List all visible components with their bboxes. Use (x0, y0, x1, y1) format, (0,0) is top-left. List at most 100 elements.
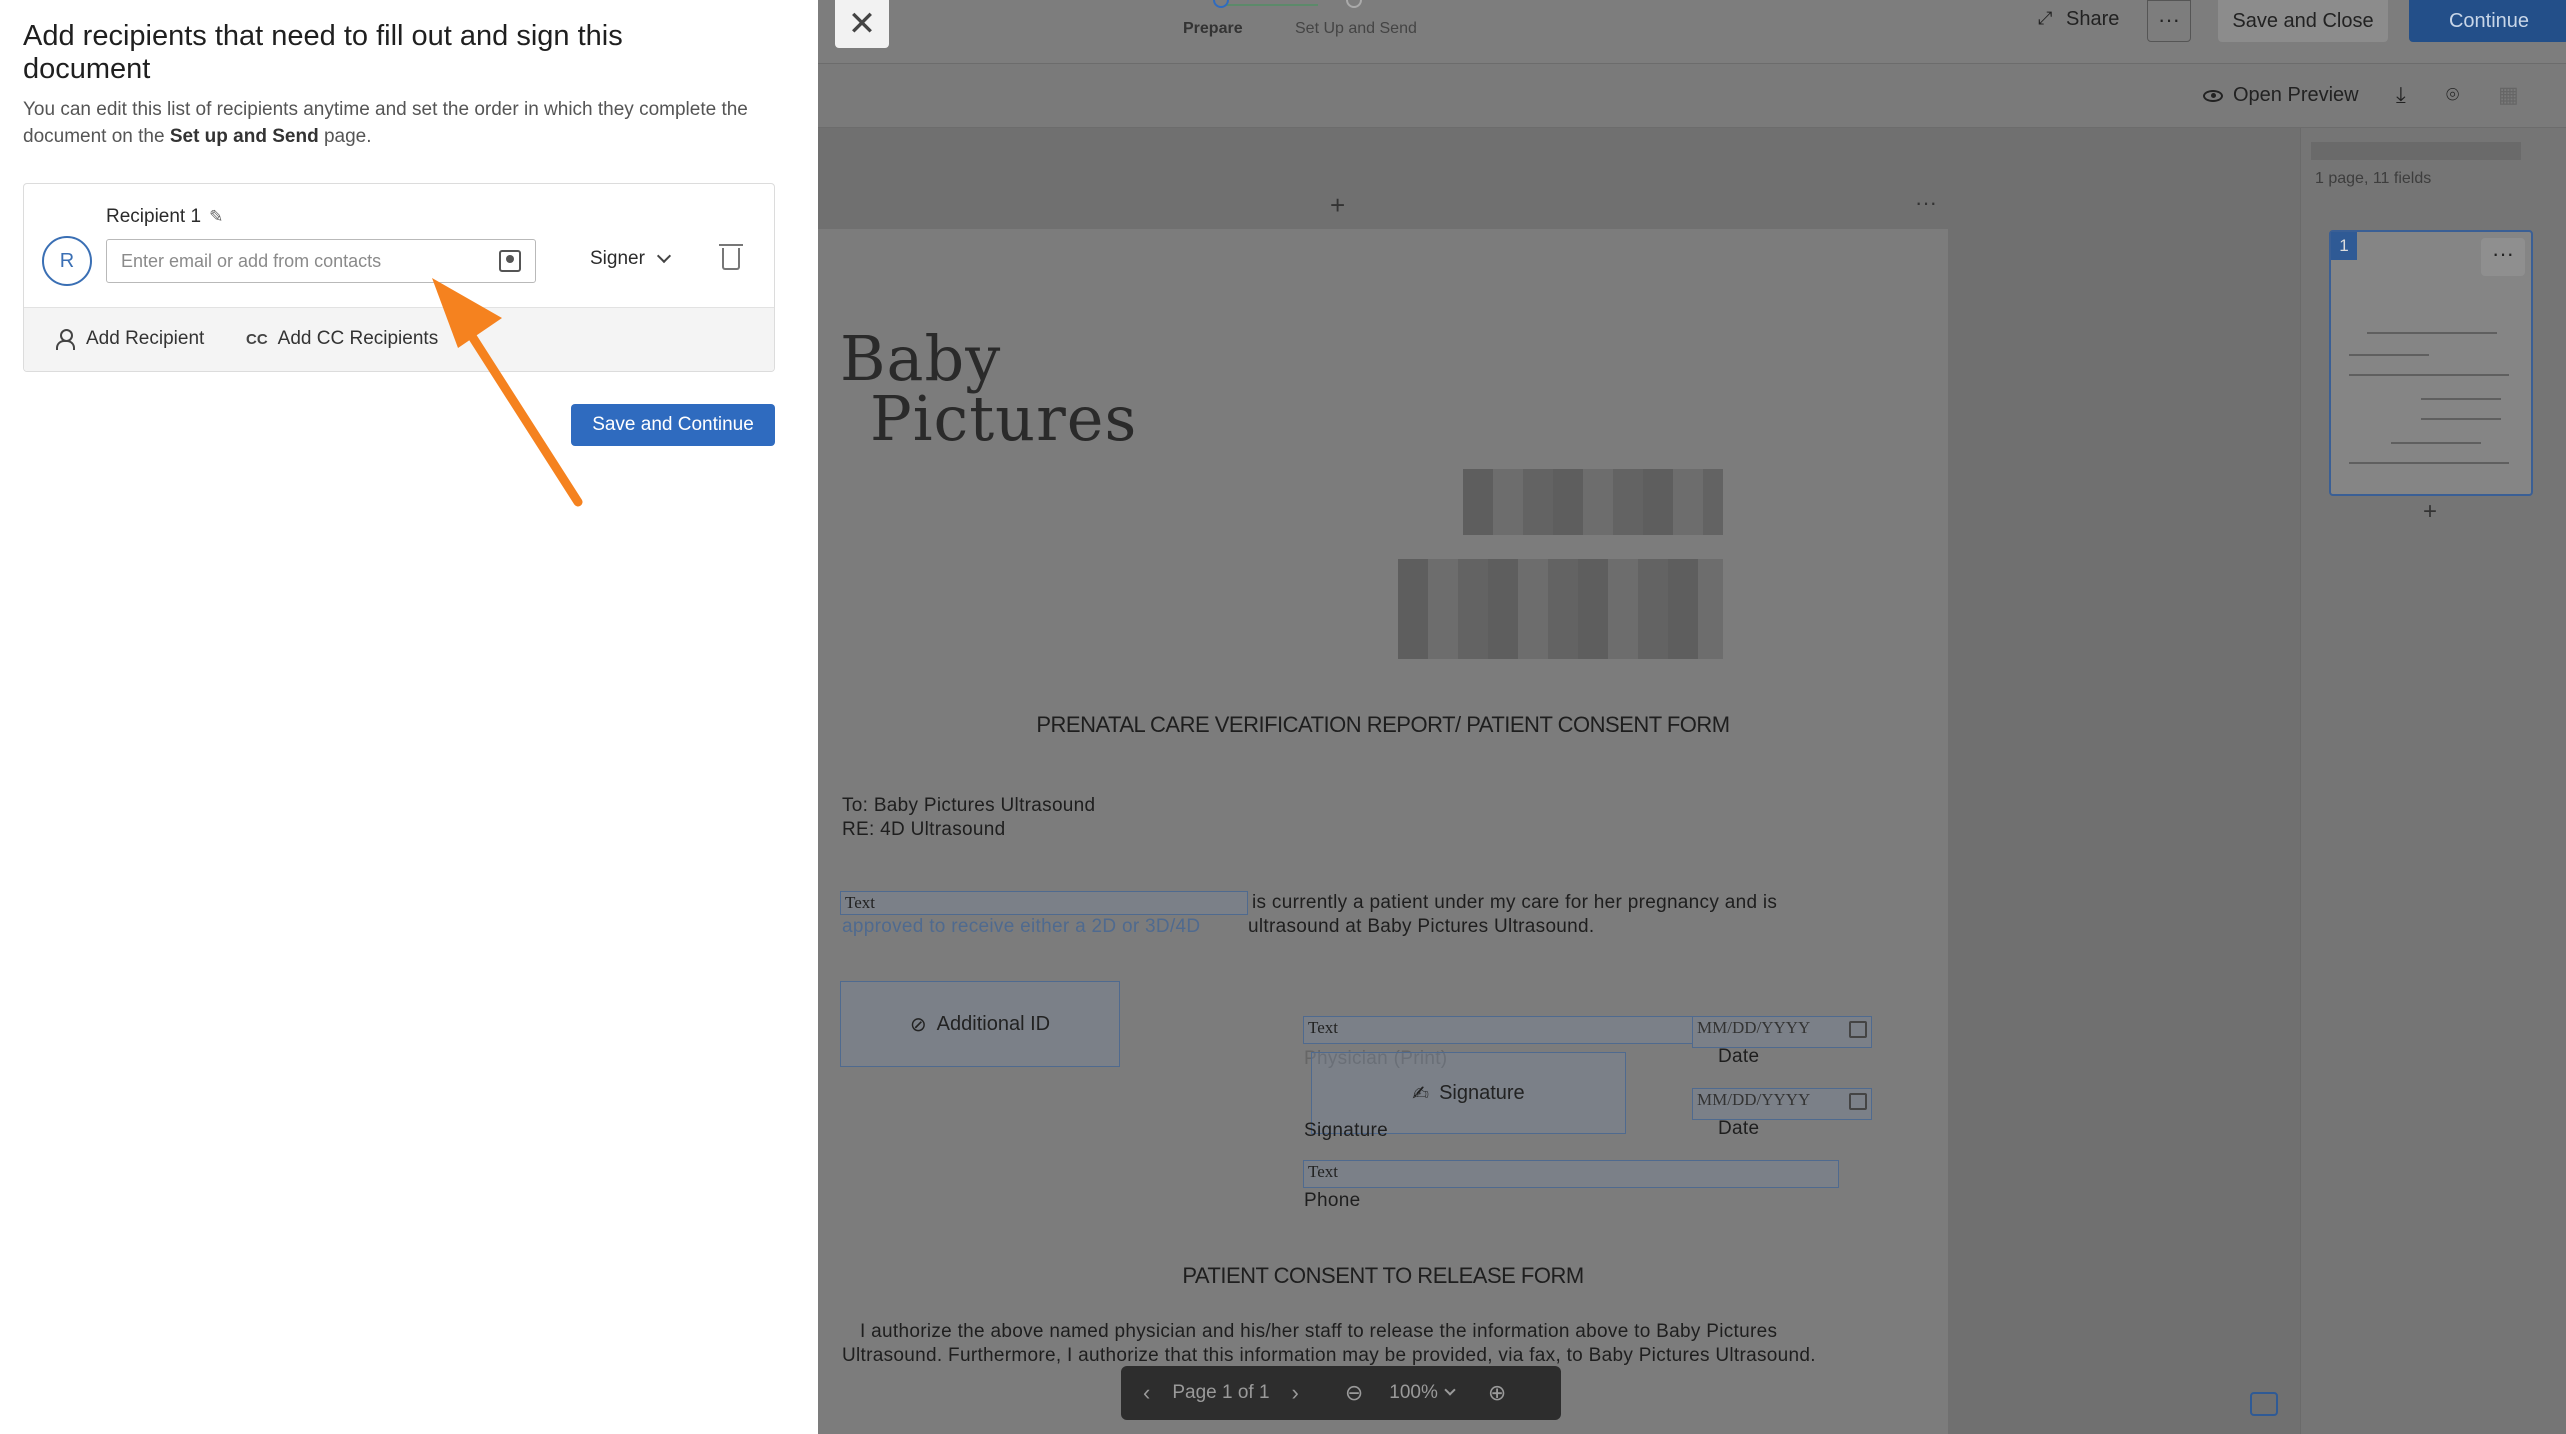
thumbnail-line (2421, 418, 2501, 420)
thumbnail-line (2349, 462, 2509, 464)
date-caption: Date (1718, 1046, 1760, 1067)
add-cc-label: Add CC Recipients (277, 328, 439, 349)
step-setup-send[interactable]: Set Up and Send (1295, 20, 1417, 38)
signature-caption: Signature (1304, 1120, 1389, 1141)
date-caption: Date (1718, 1118, 1760, 1139)
date-placeholder: MM/DD/YYYY (1697, 1090, 1811, 1109)
calendar-icon (1849, 1021, 1867, 1038)
location-pin-icon[interactable]: ⌾ (2446, 82, 2459, 108)
trash-icon[interactable] (719, 244, 743, 270)
thumbnail-line (2349, 374, 2509, 376)
avatar: R (42, 236, 92, 286)
next-page-icon[interactable]: › (1292, 1380, 1299, 1406)
annotation-arrow-icon (432, 278, 583, 507)
logo-line1: Baby (840, 322, 1002, 395)
add-cc-recipients-button[interactable]: CC Add CC Recipients (246, 328, 438, 350)
text-field[interactable]: Text (840, 891, 1248, 915)
chevron-down-icon[interactable] (1444, 1384, 1456, 1396)
add-recipient-button[interactable]: Add Recipient (56, 328, 204, 350)
document-logo: Baby Pictures (840, 322, 1138, 455)
phone-text-field[interactable]: Text (1303, 1160, 1839, 1188)
panel-title: Add recipients that need to fill out and… (23, 20, 623, 85)
step-prepare[interactable]: Prepare (1183, 20, 1243, 38)
document-canvas: + ··· Baby Pictures PRENATAL CARE VERIFI… (818, 128, 2300, 1434)
paperclip-icon: ⊘ (909, 1013, 927, 1036)
thumbnail-line (2349, 354, 2429, 356)
add-person-icon (56, 329, 76, 350)
tool-bar: Open Preview ⤓ ⌾ ▦ (818, 64, 2566, 128)
signature-pen-icon: ✍ (1412, 1082, 1430, 1105)
chat-icon[interactable] (2250, 1392, 2278, 1416)
step-prepare-dot-icon (1213, 0, 1229, 8)
thumbnail-page-number: 1 (2331, 232, 2357, 260)
to-line: To: Baby Pictures Ultrasound (842, 795, 1096, 816)
layout-icon[interactable]: ▦ (2498, 82, 2519, 108)
date-placeholder: MM/DD/YYYY (1697, 1018, 1811, 1037)
role-value: Signer (590, 248, 645, 269)
zoom-out-icon[interactable]: ⊖ (1345, 1380, 1363, 1406)
thumbnail-more-icon[interactable]: ··· (2481, 238, 2525, 276)
recipient-name[interactable]: Recipient 1 ✎ (106, 206, 223, 228)
prev-page-icon[interactable]: ‹ (1143, 1380, 1150, 1406)
paragraph-line: ultrasound at Baby Pictures Ultrasound. (1248, 916, 1595, 937)
date-field[interactable]: MM/DD/YYYY (1692, 1088, 1872, 1120)
zoom-level[interactable]: 100% (1389, 1382, 1438, 1404)
additional-id-field[interactable]: ⊘ Additional ID (840, 981, 1120, 1067)
thumbnail-panel: 1 page, 11 fields 1 ··· + (2300, 128, 2566, 1434)
recipient-card-footer: Add Recipient CC Add CC Recipients (24, 307, 774, 371)
redacted-block (1398, 559, 1723, 659)
top-bar: ✕ Prepare Set Up and Send Share ··· Save… (818, 0, 2566, 64)
thumbnail-line (2421, 398, 2501, 400)
page-options-icon[interactable]: ··· (1915, 190, 1937, 216)
recipients-panel: Add recipients that need to fill out and… (0, 0, 818, 1434)
open-preview-label: Open Preview (2233, 84, 2359, 106)
document-heading: PRENATAL CARE VERIFICATION REPORT/ PATIE… (1036, 712, 1730, 737)
role-dropdown[interactable]: Signer (590, 248, 671, 270)
logo-line2: Pictures (870, 382, 1138, 455)
description-end: page. (318, 126, 372, 147)
add-page-top-icon[interactable]: + (1330, 190, 1345, 221)
continue-button[interactable]: Continue (2409, 0, 2566, 42)
page-field-count: 1 page, 11 fields (2315, 170, 2432, 187)
add-page-icon[interactable]: + (2423, 498, 2437, 526)
signature-label: Signature (1439, 1081, 1525, 1104)
redacted-block (1463, 469, 1723, 535)
physician-text-field[interactable]: Text (1303, 1016, 1693, 1044)
contacts-book-icon[interactable] (499, 250, 521, 272)
close-button[interactable]: ✕ (835, 0, 889, 48)
description-bold: Set up and Send (169, 126, 319, 147)
eye-icon (2203, 89, 2223, 102)
share-label: Share (2066, 8, 2120, 30)
share-icon (2038, 8, 2056, 29)
add-recipient-label: Add Recipient (86, 328, 205, 349)
download-icon[interactable]: ⤓ (2396, 82, 2406, 108)
consent-paragraph: I authorize the above named physician an… (842, 1321, 1816, 1366)
zoom-in-icon[interactable]: ⊕ (1488, 1380, 1506, 1406)
cc-icon: CC (246, 330, 268, 348)
open-preview-button[interactable]: Open Preview (2203, 84, 2359, 107)
more-options-button[interactable]: ··· (2147, 0, 2191, 42)
description-text: You can edit this list of recipients any… (23, 99, 748, 147)
thumbnail-line (2367, 332, 2497, 334)
additional-id-label: Additional ID (936, 1012, 1051, 1035)
chevron-down-icon (656, 248, 671, 264)
re-line: RE: 4D Ultrasound (842, 819, 1006, 840)
date-field[interactable]: MM/DD/YYYY (1692, 1016, 1872, 1048)
document-name-redacted (2311, 142, 2521, 160)
phone-caption: Phone (1304, 1190, 1361, 1211)
save-and-close-button[interactable]: Save and Close (2218, 0, 2388, 42)
share-button[interactable]: Share (2038, 8, 2119, 31)
paragraph-line: is currently a patient under my care for… (1252, 892, 1778, 913)
save-and-continue-button[interactable]: Save and Continue (571, 404, 775, 446)
page-navigator: ‹ Page 1 of 1 › ⊖ 100% ⊕ (1121, 1366, 1561, 1420)
page-thumbnail[interactable]: 1 ··· (2329, 230, 2533, 496)
page-indicator: Page 1 of 1 (1172, 1382, 1270, 1403)
paragraph-line: approved to receive either a 2D or 3D/4D (842, 916, 1201, 937)
pencil-icon[interactable]: ✎ (209, 207, 223, 226)
recipient-card: Recipient 1 ✎ R Signer Add Recipient CC A… (23, 183, 775, 372)
step-setup-dot-icon (1346, 0, 1362, 8)
document-heading: PATIENT CONSENT TO RELEASE FORM (1182, 1263, 1584, 1288)
recipient-label: Recipient 1 (106, 206, 202, 227)
document-page: Baby Pictures PRENATAL CARE VERIFICATION… (818, 229, 1948, 1434)
steps-connector (1225, 4, 1318, 6)
